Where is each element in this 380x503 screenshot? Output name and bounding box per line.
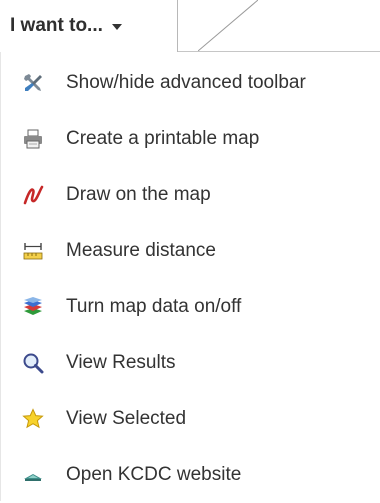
menu-item-label: Open KCDC website bbox=[66, 464, 242, 485]
magnifier-icon bbox=[22, 352, 44, 374]
menu-item-view-results[interactable]: View Results bbox=[1, 335, 379, 391]
measure-icon bbox=[22, 240, 44, 262]
menu-item-label: View Results bbox=[66, 352, 176, 373]
menu-item-label: Show/hide advanced toolbar bbox=[66, 72, 306, 93]
secondary-tab[interactable] bbox=[197, 0, 259, 52]
menu-item-label: View Selected bbox=[66, 408, 187, 429]
menu-item-label: Turn map data on/off bbox=[66, 296, 242, 317]
menu-item-label: Measure distance bbox=[66, 240, 216, 261]
menu-item-label: Draw on the map bbox=[66, 184, 211, 205]
menu-item-view-selected[interactable]: View Selected bbox=[1, 391, 379, 447]
menu-item-draw[interactable]: Draw on the map bbox=[1, 167, 379, 223]
menu-item-kcdc-website[interactable]: Open KCDC website bbox=[1, 447, 379, 503]
layers-icon bbox=[22, 296, 44, 318]
menu-item-map-data[interactable]: Turn map data on/off bbox=[1, 279, 379, 335]
dropdown-menu: Show/hide advanced toolbar Create a prin… bbox=[0, 52, 380, 501]
i-want-to-dropdown[interactable]: I want to... bbox=[0, 0, 178, 52]
menu-item-advanced-toolbar[interactable]: Show/hide advanced toolbar bbox=[1, 55, 379, 111]
website-icon bbox=[22, 464, 44, 486]
draw-icon bbox=[22, 184, 44, 206]
printer-icon bbox=[22, 128, 44, 150]
star-icon bbox=[22, 408, 44, 430]
menu-item-printable-map[interactable]: Create a printable map bbox=[1, 111, 379, 167]
tab-diagonal-edge bbox=[197, 0, 259, 52]
caret-down-icon bbox=[111, 24, 122, 30]
tools-icon bbox=[22, 72, 44, 94]
menu-item-label: Create a printable map bbox=[66, 128, 260, 149]
menu-item-measure[interactable]: Measure distance bbox=[1, 223, 379, 279]
dropdown-label: I want to... bbox=[10, 15, 103, 36]
